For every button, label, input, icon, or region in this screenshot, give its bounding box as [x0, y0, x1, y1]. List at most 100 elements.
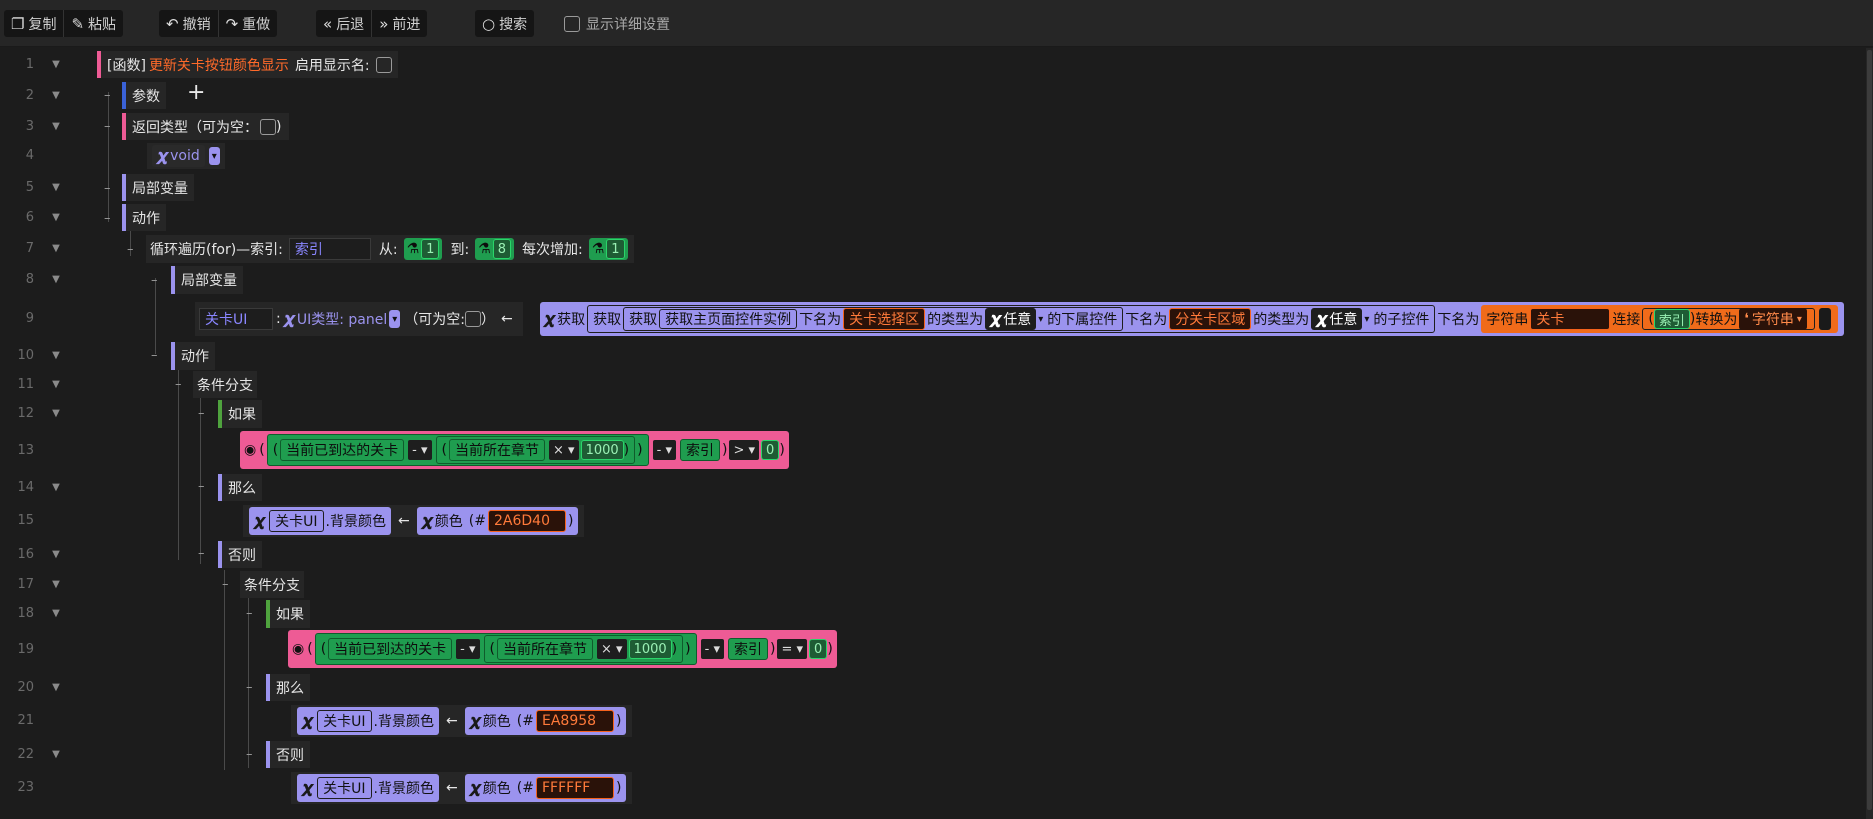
number-literal[interactable]: 1000 [628, 639, 672, 659]
copy-button[interactable]: ❐ 复制 [4, 10, 63, 37]
function-name[interactable]: 更新关卡按钮颜色显示 [149, 55, 289, 75]
get-sub-expr[interactable]: 获取 获取主页面控件实例 下名为 关卡选择区 的类型为 𝝌 任意 ▾ 的下属控件 [623, 307, 1124, 331]
number-literal[interactable]: 1000 [580, 440, 624, 460]
color-expr[interactable]: 𝝌 颜色 (# FFFFFF) [464, 774, 627, 802]
void-type-block[interactable]: 𝝌 void ▾ [147, 143, 225, 169]
collapse-toggle[interactable]: – [198, 406, 205, 421]
to-value-block[interactable]: ⚗ 8 [475, 238, 515, 260]
level-ui-var[interactable]: 关卡UI [317, 777, 372, 799]
assign-statement[interactable]: 𝝌 关卡UI .背景颜色 ← 𝝌 颜色 (# 2A6D40) [243, 505, 585, 537]
from-value-block[interactable]: ⚗ 1 [403, 238, 443, 260]
convert-expr[interactable]: (索引) 转换为 ❛ 字符串 ▾ [1642, 308, 1815, 330]
collapse-toggle[interactable]: – [151, 273, 158, 288]
color-expr[interactable]: 𝝌 颜色 (# EA8958) [464, 707, 627, 735]
then-block[interactable]: 那么 [218, 474, 262, 501]
add-param-button[interactable]: + [187, 80, 205, 105]
sub-level-area-input[interactable]: 分关卡区域 [1169, 308, 1252, 330]
loop-index-input[interactable]: 索引 [288, 238, 371, 260]
operator-select[interactable]: - ▾ [700, 639, 724, 659]
fold-arrow-icon[interactable]: ▼ [50, 674, 62, 701]
number-literal[interactable]: 0 [761, 440, 780, 460]
collapse-toggle[interactable]: – [104, 181, 111, 196]
search-button[interactable]: ○ 搜索 [475, 10, 534, 37]
string-concat-expr[interactable]: 字符串 关卡 连接 (索引) 转换为 ❛ 字符串 ▾ [1481, 305, 1838, 333]
assign-statement[interactable]: 𝝌 关卡UI .背景颜色 ← 𝝌 颜色 (# FFFFFF) [291, 772, 633, 804]
forward-button[interactable]: » 前进 [371, 10, 427, 37]
fold-arrow-icon[interactable]: ▼ [50, 371, 62, 398]
scrollbar-thumb[interactable] [1867, 50, 1872, 810]
fold-arrow-icon[interactable]: ▼ [50, 82, 62, 109]
operator-select[interactable]: - ▾ [652, 440, 676, 460]
fold-arrow-icon[interactable]: ▼ [50, 235, 62, 263]
collapse-toggle[interactable]: – [198, 479, 205, 494]
chevron-down-icon[interactable]: ▾ [1038, 314, 1043, 325]
operator-select[interactable]: - ▾ [456, 639, 480, 659]
any-type-select[interactable]: 𝝌 任意 [1311, 308, 1363, 330]
collapse-toggle[interactable]: – [246, 747, 253, 762]
collapse-toggle[interactable]: – [104, 211, 111, 226]
cond-branch-block[interactable]: 条件分支 [240, 571, 304, 598]
var-name-input[interactable]: 关卡UI [199, 308, 273, 330]
var-declaration[interactable]: 关卡UI : 𝝌 UI类型: panel ▾ （可为空: ） ← [195, 302, 523, 336]
chevron-down-icon[interactable]: ▾ [208, 147, 220, 165]
for-loop-block[interactable]: 循环遍历(for)—索引: 索引 从: ⚗ 1 到: ⚗ 8 每次增加: ⚗ 1 [146, 235, 634, 263]
return-type-block[interactable]: 返回类型（可为空： ) [122, 113, 290, 140]
string-type-select[interactable]: ❛ 字符串 ▾ [1739, 308, 1807, 330]
collapse-toggle[interactable]: – [222, 577, 229, 592]
operator-select[interactable]: × ▾ [549, 440, 579, 460]
fold-arrow-icon[interactable]: ▼ [50, 600, 62, 628]
get-child-expr[interactable]: 𝝌 获取 获取 获取 获取主页面控件实例 下名为 关卡选择区 的类型为 𝝌 任意 … [540, 302, 1844, 336]
index-var[interactable]: 索引 [1653, 309, 1690, 329]
collapse-toggle[interactable]: – [175, 377, 182, 392]
chevron-down-icon[interactable]: ▾ [389, 310, 401, 328]
nullable-checkbox[interactable] [464, 311, 481, 327]
multiply-expr[interactable]: ( 当前所在章节 × ▾ 1000) [483, 635, 684, 663]
fold-arrow-icon[interactable]: ▼ [50, 571, 62, 598]
fold-arrow-icon[interactable]: ▼ [50, 204, 62, 231]
eye-icon[interactable]: ◉ [244, 442, 256, 458]
collapse-toggle[interactable]: – [246, 606, 253, 621]
level-ui-var[interactable]: 关卡UI [269, 510, 324, 532]
compare-select[interactable]: = ▾ [777, 639, 808, 659]
collapse-toggle[interactable]: – [151, 348, 158, 363]
fold-arrow-icon[interactable]: ▼ [50, 741, 62, 768]
actions-block[interactable]: 动作 [122, 204, 166, 231]
fold-arrow-icon[interactable]: ▼ [50, 174, 62, 201]
subtract-expr[interactable]: ( 当前已到达的关卡 - ▾ ( 当前所在章节 × ▾ 1000) ) [266, 434, 649, 466]
current-level-var[interactable]: 当前已到达的关卡 [328, 638, 453, 660]
fold-arrow-icon[interactable]: ▼ [50, 113, 62, 140]
vertical-scrollbar[interactable] [1866, 48, 1873, 819]
assign-statement[interactable]: 𝝌 关卡UI .背景颜色 ← 𝝌 颜色 (# EA8958) [291, 705, 633, 737]
back-button[interactable]: «后退 [316, 10, 371, 37]
condition-expr[interactable]: ◉( ( 当前已到达的关卡 - ▾ ( 当前所在章节 × ▾ 1000) ) -… [288, 630, 837, 668]
local-vars-block[interactable]: 局部变量 [171, 266, 243, 294]
bg-color-target[interactable]: 𝝌 关卡UI .背景颜色 [297, 774, 439, 802]
condition-expr[interactable]: ◉( ( 当前已到达的关卡 - ▾ ( 当前所在章节 × ▾ 1000) ) -… [240, 431, 789, 469]
else-block[interactable]: 否则 [266, 741, 310, 768]
hex-input[interactable]: EA8958 [536, 710, 614, 732]
multiply-expr[interactable]: ( 当前所在章节 × ▾ 1000) [435, 436, 636, 464]
redo-button[interactable]: ↷ 重做 [217, 10, 278, 37]
level-string-input[interactable]: 关卡 [1530, 308, 1611, 330]
fold-arrow-icon[interactable]: ▼ [50, 474, 62, 501]
any-type-select[interactable]: 𝝌 任意 [985, 308, 1037, 330]
params-block[interactable]: 参数 [122, 82, 166, 109]
index-var[interactable]: 索引 [679, 439, 720, 461]
get-sub-expr[interactable]: 获取 获取 获取主页面控件实例 下名为 关卡选择区 的类型为 𝝌 任意 ▾ 的下属… [587, 305, 1436, 333]
paste-button[interactable]: ✎ 粘贴 [63, 10, 123, 37]
bg-color-target[interactable]: 𝝌 关卡UI .背景颜色 [297, 707, 439, 735]
actions-block[interactable]: 动作 [171, 342, 215, 370]
function-header[interactable]: [函数] 更新关卡按钮颜色显示 启用显示名: [97, 51, 398, 78]
fold-arrow-icon[interactable]: ▼ [50, 266, 62, 294]
step-value-block[interactable]: ⚗ 1 [588, 238, 628, 260]
if-block[interactable]: 如果 [266, 600, 310, 628]
else-block[interactable]: 否则 [218, 541, 262, 568]
subtract-expr[interactable]: ( 当前已到达的关卡 - ▾ ( 当前所在章节 × ▾ 1000) ) [314, 633, 697, 665]
enable-display-checkbox[interactable] [375, 56, 392, 73]
void-type[interactable]: 𝝌 void [152, 145, 205, 167]
if-block[interactable]: 如果 [218, 400, 262, 428]
to-value[interactable]: 8 [492, 239, 512, 259]
local-vars-block[interactable]: 局部变量 [122, 174, 194, 201]
get-main-page-instance[interactable]: 获取主页面控件实例 [659, 309, 798, 329]
hex-input[interactable]: 2A6D40 [488, 510, 566, 532]
